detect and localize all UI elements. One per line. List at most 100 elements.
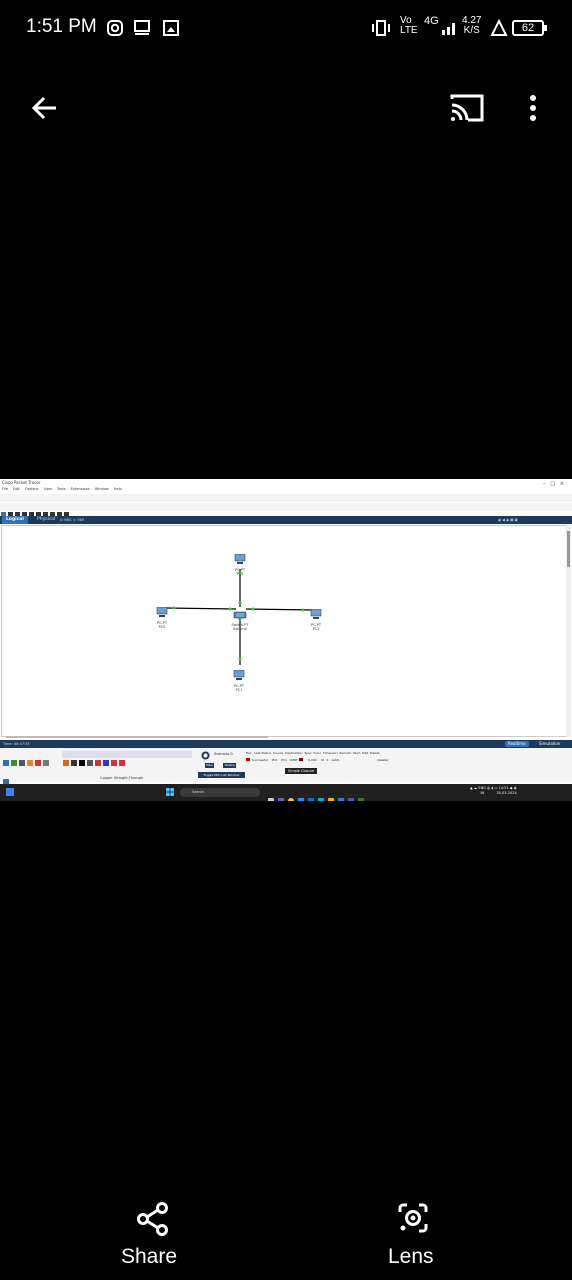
pc-icon: [310, 608, 322, 619]
pc-icon: [233, 669, 245, 680]
device-caption: Copper Straight-Through: [100, 776, 144, 780]
header-periodic: Periodic: [339, 751, 352, 755]
switch-icon: [233, 611, 247, 619]
device-pc2[interactable]: PC-PT PC2: [232, 549, 248, 576]
switch-category-icon[interactable]: [11, 760, 17, 766]
tray-date: 30-03-2024: [496, 791, 517, 795]
pdu-table-header: Fire Last Status Source Destination Type…: [246, 751, 388, 755]
connection-types: [62, 751, 192, 766]
header-time: Time(sec): [322, 751, 338, 755]
console-cable-icon[interactable]: [71, 760, 77, 766]
chrome-icon[interactable]: [288, 798, 294, 801]
cell-type: 4G: [424, 15, 439, 27]
fire-indicator[interactable]: [246, 758, 250, 761]
header-type: Type: [304, 751, 312, 755]
tooltip: Simple Closure: [285, 768, 318, 774]
serial-dte-icon[interactable]: [119, 760, 125, 766]
cell-edit[interactable]: (edit): [331, 758, 339, 762]
app-icon[interactable]: [318, 798, 324, 801]
store-icon[interactable]: [308, 798, 314, 801]
wireless-icon[interactable]: [27, 760, 33, 766]
more-vert-icon[interactable]: [526, 94, 540, 122]
taskbar-search[interactable]: Search: [180, 788, 260, 797]
packet-tracer-taskbar-icon[interactable]: [358, 798, 364, 801]
cast-icon[interactable]: [449, 93, 485, 123]
realtime-mode-button[interactable]: Realtime: [505, 741, 529, 747]
header-color: Color: [313, 751, 321, 755]
volte-indicator: Vo LTE: [400, 16, 418, 36]
link-pc0-switch: [164, 607, 237, 610]
device-pc0[interactable]: PC-PT PC0: [154, 602, 170, 629]
net-speed: 4.27 K/S: [462, 16, 481, 36]
cell-source: PC0: [271, 758, 278, 762]
device-name-label: PC1: [235, 688, 243, 692]
file-explorer-icon[interactable]: [328, 798, 334, 801]
device-name-label: PC0: [158, 625, 166, 629]
cell-destination: PC1: [281, 758, 288, 762]
device-pc1[interactable]: PC-PT PC1: [231, 665, 247, 692]
device-name-label: PC2: [236, 572, 244, 576]
lens-icon[interactable]: [397, 1202, 429, 1234]
auto-connection-icon[interactable]: [63, 760, 69, 766]
share-button[interactable]: Share: [121, 1245, 177, 1269]
cell-time: 0.000: [308, 758, 317, 762]
pc-icon: [156, 606, 168, 617]
header-delete: Delete: [370, 751, 380, 755]
scenario-select[interactable]: Scenario 0: [214, 752, 233, 756]
tray-time: 14:51: [498, 786, 509, 790]
header-edit: Edit: [362, 751, 369, 755]
device-switch0[interactable]: Switch-PT Switch0: [228, 604, 252, 631]
link-light: [238, 657, 242, 661]
header-fire: Fire: [246, 751, 252, 755]
instagram-icon: [107, 20, 123, 36]
serial-dce-icon[interactable]: [111, 760, 117, 766]
cell-delete[interactable]: (delete): [377, 758, 389, 762]
battery-icon: 62: [512, 20, 547, 36]
widgets-icon[interactable]: [6, 788, 14, 796]
volte-bottom: LTE: [400, 25, 418, 36]
security-icon[interactable]: [35, 760, 41, 766]
windows-start-icon[interactable]: [166, 788, 174, 796]
device-name-label: PC3: [312, 627, 320, 631]
cell-type: ICMP: [289, 758, 298, 762]
toggle-pdu-list-button[interactable]: Toggle PDU List Window: [198, 772, 245, 778]
share-icon[interactable]: [136, 1202, 170, 1236]
sim-time: Time: 00:47:33: [3, 742, 30, 746]
fiber-icon[interactable]: [95, 760, 101, 766]
device-type-icons: [2, 751, 50, 770]
scenario-icon[interactable]: [201, 751, 210, 760]
new-scenario-button[interactable]: New: [205, 763, 214, 768]
vibrate-icon: [372, 20, 390, 36]
simulation-mode-button[interactable]: Simulation: [537, 741, 562, 747]
pc-icon: [234, 553, 246, 564]
screenshot-image[interactable]: Cisco Packet Tracer File Edit Options Vi…: [0, 479, 572, 801]
edge-icon[interactable]: [298, 798, 304, 801]
net-speed-unit: K/S: [463, 25, 480, 36]
back-arrow-icon[interactable]: [30, 94, 58, 122]
header-last-status: Last Status: [254, 751, 271, 755]
gallery-icon: [163, 20, 179, 36]
hub-icon[interactable]: [19, 760, 25, 766]
device-name-label: Switch0: [233, 627, 247, 631]
straight-through-icon[interactable]: [79, 760, 85, 766]
delete-scenario-button[interactable]: Delete: [223, 763, 236, 768]
header-num: Num: [353, 751, 361, 755]
alert-icon: [490, 19, 508, 36]
link-light: [301, 608, 305, 612]
header-destination: Destination: [285, 751, 303, 755]
cell-last-status: Successful: [251, 758, 268, 762]
tray-lang: ENG: [478, 786, 486, 790]
system-tray[interactable]: ▲ ☁ ENG ◍ ◖ ▭ 14:51 ◆ ◉ IN 30-03-2024: [470, 786, 517, 796]
chat-icon[interactable]: [278, 798, 284, 801]
device-pc3[interactable]: PC-PT PC3: [308, 604, 324, 631]
wan-icon[interactable]: [43, 760, 49, 766]
pdu-table-row[interactable]: Successful PC0 PC1 ICMP 0.000 N 0 (edit)…: [246, 758, 388, 762]
crossover-icon[interactable]: [87, 760, 93, 766]
link-light: [172, 606, 176, 610]
task-view-icon[interactable]: [268, 798, 274, 801]
visual-studio-icon[interactable]: [348, 798, 354, 801]
router-icon[interactable]: [3, 760, 9, 766]
lens-button[interactable]: Lens: [388, 1245, 434, 1269]
phone-cable-icon[interactable]: [103, 760, 109, 766]
mail-icon[interactable]: [338, 798, 344, 801]
